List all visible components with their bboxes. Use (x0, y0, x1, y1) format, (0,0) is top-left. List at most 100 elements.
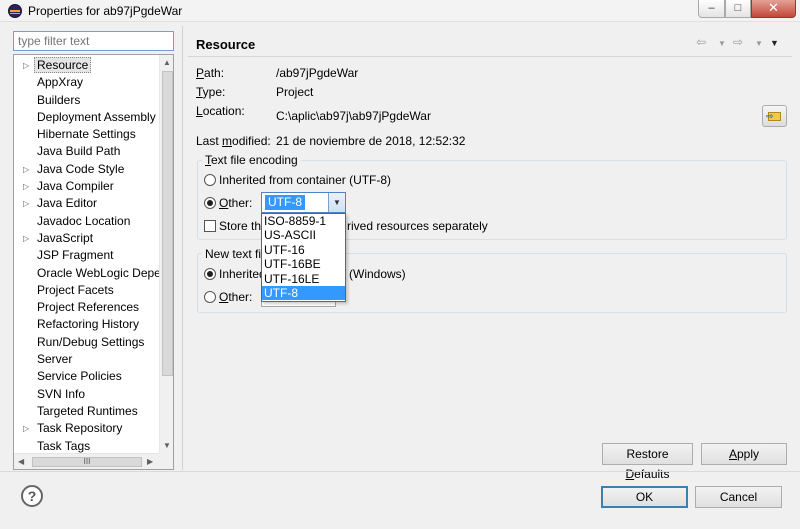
tree-item[interactable]: Run/Debug Settings (14, 334, 159, 351)
scroll-up-icon[interactable]: ▲ (163, 58, 171, 67)
location-label: Location: (196, 104, 245, 118)
eclipse-icon (8, 4, 22, 18)
tree-item[interactable]: Builders (14, 92, 159, 109)
tree-item[interactable]: Java Build Path (14, 143, 159, 160)
tree-item[interactable]: Deployment Assembly (14, 109, 159, 126)
view-menu-icon[interactable]: ▼ (770, 38, 779, 48)
minimize-button[interactable]: – (698, 0, 725, 18)
filter-input[interactable] (13, 31, 174, 51)
back-arrow-icon[interactable]: ⇦ (696, 35, 706, 49)
expand-arrow-icon[interactable]: ▷ (23, 178, 29, 195)
tree-item-label: Project References (37, 300, 140, 315)
other-delimiter-label[interactable]: Other: (219, 290, 252, 304)
tree-item[interactable]: AppXray (14, 74, 159, 91)
inherited-encoding-radio[interactable] (204, 174, 216, 186)
tree-item-label: Refactoring History (37, 317, 140, 332)
tree-item[interactable]: ▷ Task Repository (14, 420, 159, 437)
inherited-delimiter-label-right[interactable]: (Windows) (349, 267, 406, 281)
inherited-encoding-label[interactable]: Inherited from container (UTF-8) (219, 173, 391, 187)
footer-separator (0, 471, 800, 472)
other-encoding-radio[interactable] (204, 197, 216, 209)
tree-item-label: Builders (37, 92, 81, 107)
store-separately-label-left[interactable]: Store th (219, 219, 261, 233)
tree-item-label: Resource (34, 57, 92, 73)
tree-item[interactable]: ▷ Resource (14, 57, 159, 74)
forward-history-chevron-icon[interactable]: ▼ (755, 39, 763, 48)
encoding-option[interactable]: US-ASCII (262, 228, 345, 242)
location-value: C:\aplic\ab97j\ab97jPgdeWar (276, 109, 431, 123)
store-separately-label-right[interactable]: rived resources separately (347, 219, 488, 233)
maximize-button[interactable]: □ (725, 0, 751, 18)
tree-item-label: Task Repository (37, 421, 123, 436)
encoding-options-list[interactable]: ISO-8859-1 US-ASCII UTF-16 UTF-16BE UTF-16LE… (261, 213, 346, 302)
tree-item[interactable]: SVN Info (14, 386, 159, 403)
tree-horizontal-scrollbar[interactable]: ◀ III ▶ (14, 453, 159, 469)
tree-item[interactable]: JSP Fragment (14, 247, 159, 264)
tree-item[interactable]: Javadoc Location (14, 213, 159, 230)
tree-item-label: Hibernate Settings (37, 127, 136, 142)
expand-arrow-icon[interactable]: ▷ (23, 195, 29, 212)
tree-item[interactable]: Project References (14, 299, 159, 316)
window-title: Properties for ab97jPgdeWar (28, 4, 183, 18)
path-value: /ab97jPgdeWar (276, 66, 359, 80)
chevron-down-icon[interactable]: ▼ (328, 193, 345, 212)
close-window-button[interactable]: ✕ (751, 0, 796, 18)
property-page-tree[interactable]: ▷ Resource AppXray Builders Deployment Assem… (13, 54, 174, 470)
tree-item-label: SVN Info (37, 386, 86, 401)
tree-item[interactable]: ▷ Java Code Style (14, 161, 159, 178)
forward-arrow-icon[interactable]: ⇨ (733, 35, 743, 49)
expand-arrow-icon[interactable]: ▷ (23, 420, 29, 437)
tree-item-label: Deployment Assembly (37, 109, 156, 124)
encoding-option[interactable]: UTF-8 (262, 285, 345, 301)
encoding-option[interactable]: UTF-16 (262, 243, 345, 257)
tree-item-label: Javadoc Location (37, 213, 131, 228)
tree-item[interactable]: Project Facets (14, 282, 159, 299)
tree-item-label: Task Tags (37, 438, 91, 453)
inherited-delimiter-label-left[interactable]: Inherited (219, 267, 266, 281)
show-in-explorer-button[interactable]: ⇨ (762, 105, 787, 127)
type-value: Project (276, 85, 314, 99)
scroll-down-icon[interactable]: ▼ (163, 441, 171, 450)
header-separator (188, 56, 792, 57)
tree-item[interactable]: Refactoring History (14, 316, 159, 333)
back-history-chevron-icon[interactable]: ▼ (718, 39, 726, 48)
store-separately-checkbox[interactable] (204, 220, 216, 232)
expand-arrow-icon[interactable]: ▷ (23, 161, 29, 178)
hscroll-thumb[interactable]: III (32, 457, 142, 467)
ok-button[interactable]: OK (601, 486, 688, 508)
tree-item-label: Project Facets (37, 282, 114, 297)
tree-item[interactable]: Hibernate Settings (14, 126, 159, 143)
restore-defaults-button[interactable]: Restore Defaults (602, 443, 693, 481)
help-icon[interactable]: ? (21, 485, 43, 507)
tree-item[interactable]: Server (14, 351, 159, 368)
expand-arrow-icon[interactable]: ▷ (23, 230, 29, 247)
tree-item[interactable]: Targeted Runtimes (14, 403, 159, 420)
tree-item[interactable]: ▷ JavaScript (14, 230, 159, 247)
inherited-delimiter-radio[interactable] (204, 268, 216, 280)
tree-item[interactable]: Service Policies (14, 368, 159, 385)
scroll-left-icon[interactable]: ◀ (18, 457, 24, 466)
panel-splitter[interactable] (182, 26, 183, 470)
scroll-right-icon[interactable]: ▶ (147, 457, 153, 466)
other-encoding-label[interactable]: Other: (219, 196, 252, 210)
tree-list: ▷ Resource AppXray Builders Deployment Assem… (14, 57, 159, 455)
tree-item[interactable]: ▷ Java Editor (14, 195, 159, 212)
scroll-thumb[interactable] (162, 71, 173, 376)
cancel-button[interactable]: Cancel (695, 486, 782, 508)
apply-button[interactable]: Apply (701, 443, 787, 465)
other-delimiter-radio[interactable] (204, 291, 216, 303)
path-label: Path: (196, 66, 225, 80)
tree-vertical-scrollbar[interactable]: ▲ ▼ (159, 55, 173, 453)
encoding-option[interactable]: ISO-8859-1 (262, 214, 345, 228)
tree-item[interactable]: Oracle WebLogic Deper (14, 265, 159, 282)
tree-item-label: Run/Debug Settings (37, 334, 145, 349)
tree-item-label: Java Build Path (37, 144, 121, 159)
encoding-option[interactable]: UTF-16BE (262, 257, 345, 271)
encoding-option[interactable]: UTF-16LE (262, 272, 345, 286)
last-modified-value: 21 de noviembre de 2018, 12:52:32 (276, 134, 466, 148)
encoding-combo[interactable]: UTF-8 ▼ (261, 192, 346, 213)
tree-item-label: Targeted Runtimes (37, 403, 138, 418)
tree-item[interactable]: ▷ Java Compiler (14, 178, 159, 195)
tree-item-label: Java Editor (37, 196, 98, 211)
expand-arrow-icon[interactable]: ▷ (23, 57, 29, 74)
